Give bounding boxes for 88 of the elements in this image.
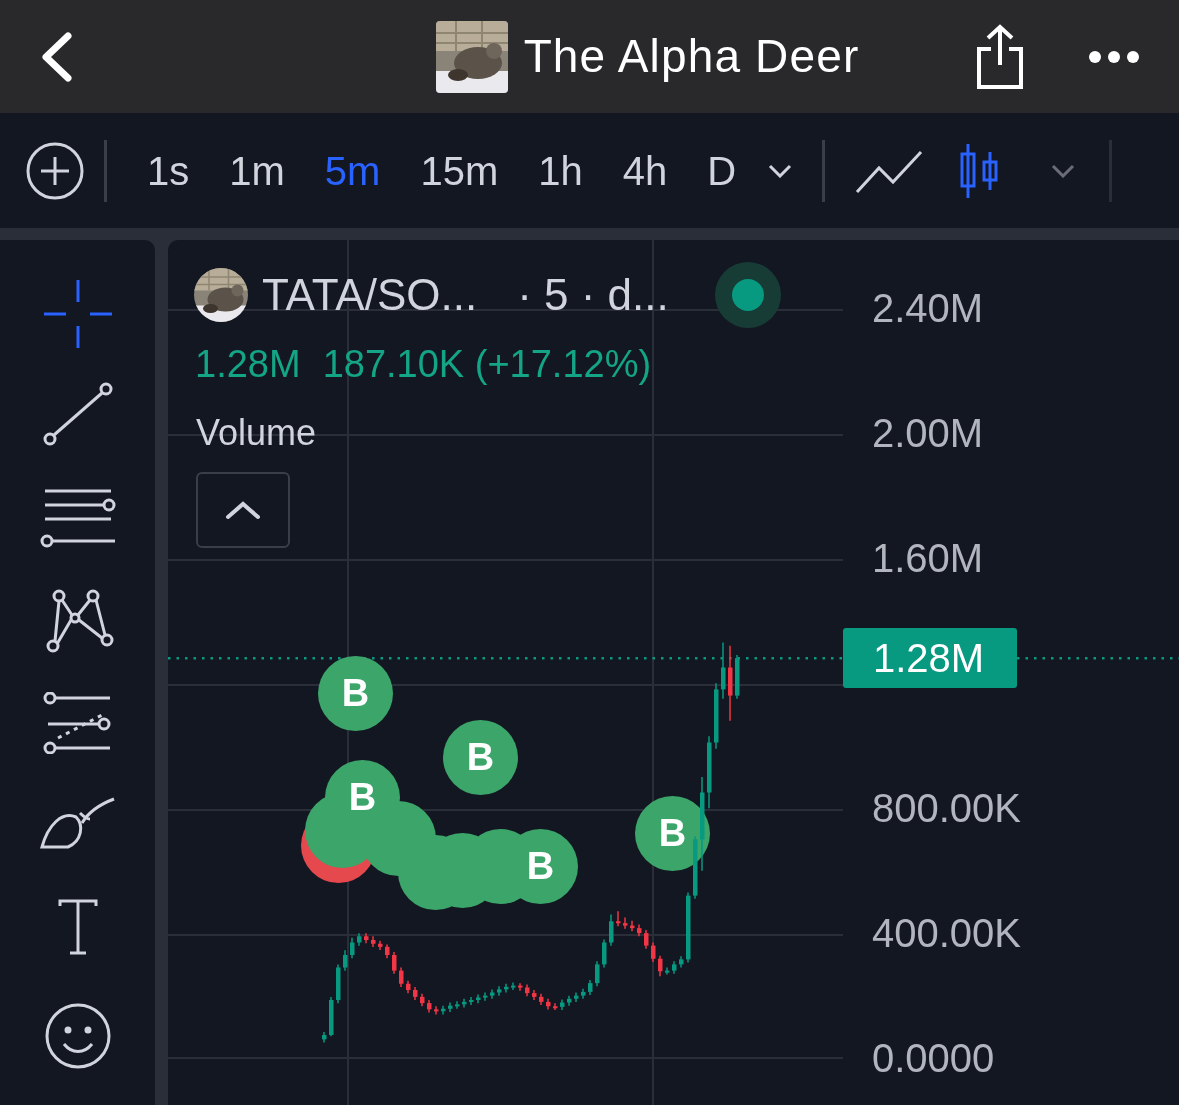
- candle: [392, 951, 397, 975]
- candle: [455, 1000, 460, 1010]
- candle: [616, 910, 621, 927]
- candle: [350, 937, 355, 959]
- candle: [441, 1004, 446, 1016]
- timeframe-tab[interactable]: 1m: [209, 140, 305, 201]
- last-price: 1.28M: [195, 342, 301, 387]
- candle: [518, 982, 523, 992]
- candle: [420, 993, 425, 1007]
- candle: [336, 963, 341, 1004]
- candle: [504, 983, 509, 994]
- candle: [595, 960, 600, 987]
- candle: [497, 985, 502, 997]
- candle: [343, 949, 348, 972]
- candle: [406, 979, 411, 994]
- candle: [427, 999, 432, 1014]
- candle: [665, 966, 670, 976]
- candle: [399, 966, 404, 988]
- share-icon[interactable]: [975, 22, 1025, 91]
- candle: [588, 979, 593, 996]
- candle: [329, 996, 334, 1037]
- emoji-icon[interactable]: [43, 1001, 112, 1070]
- timeframe-tab[interactable]: 4h: [602, 140, 688, 201]
- candle: [553, 1002, 558, 1011]
- price-axis-label: 2.40M: [872, 288, 984, 329]
- price-axis-label: 2.00M: [872, 413, 984, 454]
- candle: [448, 1001, 453, 1013]
- price-axis-label: 800.00K: [872, 788, 1022, 829]
- candle: [644, 929, 649, 950]
- timeframe-tab[interactable]: 1h: [518, 140, 603, 201]
- indicator-name: Volume: [196, 411, 317, 455]
- timeframe-tab[interactable]: 15m: [400, 140, 519, 201]
- candle: [483, 991, 488, 1002]
- timeframe-tab[interactable]: D: [687, 140, 757, 201]
- candle: [322, 1031, 327, 1044]
- chevron-up-icon: [225, 500, 261, 520]
- candle: [679, 955, 684, 969]
- candle: [364, 932, 369, 944]
- trend-line-icon[interactable]: [41, 381, 114, 448]
- price-axis-label: 1.60M: [872, 538, 984, 579]
- timeframe-tab[interactable]: 5m: [304, 140, 401, 201]
- candle: [378, 939, 383, 951]
- candlestick-icon[interactable]: [959, 141, 1000, 200]
- candle: [539, 993, 544, 1006]
- current-price-badge: 1.28M: [843, 628, 1017, 689]
- price-change: 187.10K (+17.12%): [322, 342, 652, 387]
- candle: [714, 682, 719, 750]
- candle: [602, 938, 607, 969]
- trade-marker: B: [443, 720, 518, 795]
- candle: [413, 986, 418, 1001]
- candle: [658, 954, 663, 977]
- timeframe-tab[interactable]: 1s: [127, 140, 210, 201]
- candle: [469, 996, 474, 1006]
- price-axis-label: 400.00K: [872, 913, 1022, 954]
- candle: [385, 943, 390, 959]
- candle: [476, 993, 481, 1004]
- more-icon[interactable]: [1089, 49, 1139, 64]
- candle: [434, 1005, 439, 1016]
- candle: [623, 916, 628, 930]
- interval-label: · 5 · d...: [517, 269, 669, 321]
- candle: [490, 988, 495, 1000]
- symbol-name: TATA/SO...: [262, 269, 478, 321]
- candle: [371, 935, 376, 948]
- candle: [609, 913, 614, 947]
- trade-marker: B: [635, 796, 710, 871]
- candle: [532, 989, 537, 1001]
- candle: [721, 641, 726, 700]
- add-indicator-icon[interactable]: [26, 141, 84, 200]
- candle: [651, 941, 656, 963]
- chat-title: The Alpha Deer: [523, 29, 860, 84]
- price-axis-label: 0.0000: [872, 1038, 995, 1079]
- crosshair-icon[interactable]: [41, 278, 114, 350]
- candle: [735, 654, 740, 700]
- candle: [672, 960, 677, 975]
- candle: [560, 998, 565, 1011]
- candle: [357, 932, 362, 947]
- candle: [462, 998, 467, 1009]
- candle: [637, 923, 642, 937]
- candle: [630, 919, 635, 932]
- collapse-button[interactable]: [196, 472, 290, 548]
- candle: [581, 988, 586, 1000]
- candle: [511, 981, 516, 991]
- candle: [546, 998, 551, 1011]
- candle: [525, 983, 530, 997]
- candle: [567, 994, 572, 1007]
- candle: [693, 835, 698, 900]
- trade-marker: B: [318, 656, 393, 731]
- candle: [574, 991, 579, 1003]
